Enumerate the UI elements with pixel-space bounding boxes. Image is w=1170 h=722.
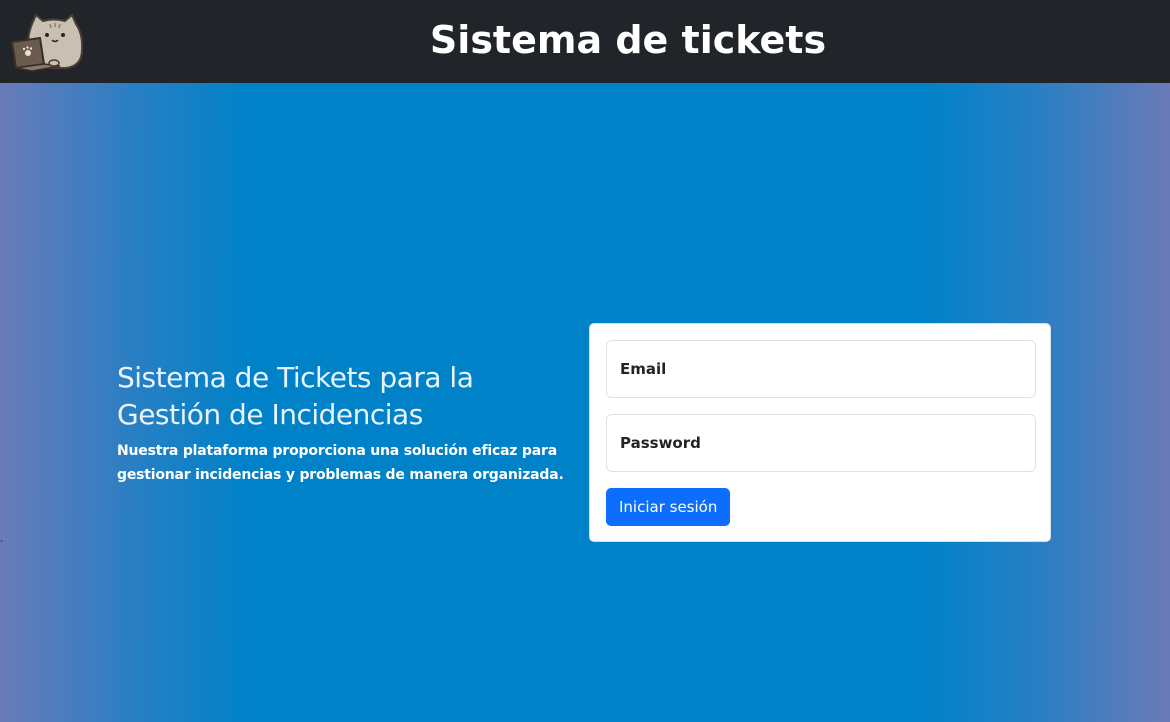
navbar-title: Sistema de tickets	[429, 18, 827, 62]
hero-heading: Sistema de Tickets para la Gestión de In…	[117, 361, 474, 431]
password-field[interactable]	[606, 414, 1036, 472]
email-field[interactable]	[606, 340, 1036, 398]
intro-section: Sistema de Tickets para la Gestión de In…	[117, 359, 567, 487]
stray-mark: ´	[0, 538, 4, 552]
hero-section: ´ Sistema de Tickets para la Gestión de …	[0, 83, 1170, 722]
page: Sistema de tickets ´ Sistema de Tickets …	[0, 0, 1170, 722]
hero-description: Nuestra plataforma proporciona una soluc…	[117, 443, 564, 483]
navbar-title-wrapper: Sistema de tickets	[0, 0, 1170, 83]
login-button[interactable]: Iniciar sesión	[606, 488, 731, 526]
login-form: Iniciar sesión	[589, 323, 1051, 542]
navbar: Sistema de tickets	[0, 0, 1170, 83]
